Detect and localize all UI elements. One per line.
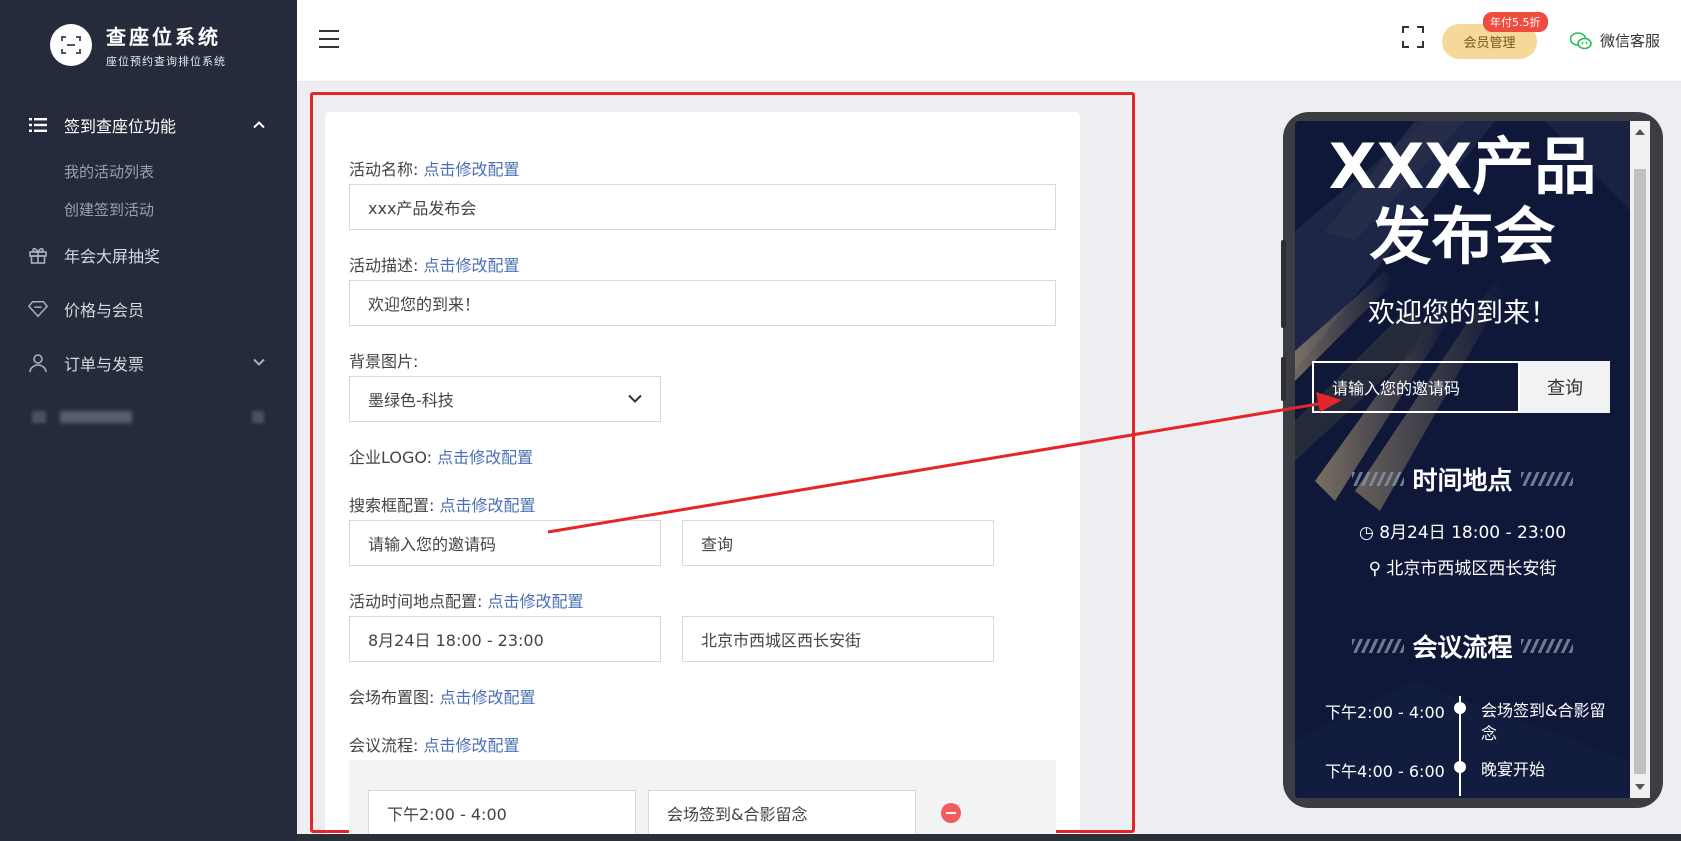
sidebar: 查座位系统 座位预约查询排位系统 签到查座位功能 我的活动列表 创建签到活动 年… <box>0 0 297 841</box>
sidebar-item-blurred[interactable] <box>0 390 297 444</box>
clock-icon: ◷ <box>1358 523 1374 543</box>
brand-title: 查座位系统 <box>106 25 221 49</box>
sidebar-subitem-create-activity[interactable]: 创建签到活动 <box>0 190 297 228</box>
sidebar-item-label: 签到查座位功能 <box>64 117 177 136</box>
phone-button <box>1281 240 1286 328</box>
user-icon <box>28 353 48 373</box>
sidebar-item-pricing[interactable]: 价格与会员 <box>0 282 297 336</box>
sidebar-item-signin[interactable]: 签到查座位功能 <box>0 98 297 152</box>
preview-description: 欢迎您的到来！ <box>1368 298 1557 329</box>
list-icon <box>28 115 48 135</box>
wechat-service-label: 微信客服 <box>1600 32 1661 50</box>
preview-title-line1: XXX产品 <box>1328 130 1597 203</box>
layout-label: 会场布置图: 点击修改配置 <box>349 684 536 708</box>
activity-name-label: 活动名称: 点击修改配置 <box>349 156 520 180</box>
wechat-service-link[interactable]: 微信客服 <box>1570 30 1660 51</box>
activity-name-input[interactable]: xxx产品发布会 <box>349 184 1056 230</box>
edit-layout-link[interactable]: 点击修改配置 <box>440 688 536 707</box>
time-place-label: 活动时间地点配置: 点击修改配置 <box>349 588 584 612</box>
sidebar-item-lottery[interactable]: 年会大屏抽奖 <box>0 228 297 282</box>
agenda-time: 下午4:00 - 6:00 <box>1325 762 1445 781</box>
scroll-up-arrow[interactable] <box>1635 129 1645 135</box>
menu-toggle-icon[interactable] <box>319 30 339 48</box>
logo-label: 企业LOGO: 点击修改配置 <box>349 444 533 468</box>
chevron-down-icon <box>628 394 642 403</box>
wechat-icon <box>1570 31 1592 49</box>
sidebar-subitem-my-activities[interactable]: 我的活动列表 <box>0 152 297 190</box>
phone-button <box>1281 357 1286 401</box>
section-title: 时间地点 <box>1412 466 1513 495</box>
preview-search-button[interactable]: 查询 <box>1520 361 1610 413</box>
scan-icon <box>50 24 92 66</box>
edit-name-link[interactable]: 点击修改配置 <box>424 160 520 179</box>
minus-icon <box>946 812 956 814</box>
scroll-thumb[interactable] <box>1634 169 1646 774</box>
search-config-label: 搜索框配置: 点击修改配置 <box>349 492 536 516</box>
label-text: 活动时间地点配置: <box>349 592 483 611</box>
preview-section-time-place: 时间地点 <box>1295 461 1630 497</box>
preview-search-bar: 请输入您的邀请码 查询 <box>1312 361 1610 413</box>
preview-place: ⚲ 北京市西城区西长安街 <box>1295 554 1630 579</box>
remove-row-button[interactable] <box>941 803 961 823</box>
taskbar-strip <box>297 834 1681 841</box>
sidebar-item-orders[interactable]: 订单与发票 <box>0 336 297 390</box>
gift-icon <box>28 245 48 265</box>
timeline-dot <box>1454 702 1466 714</box>
section-title: 会议流程 <box>1412 633 1513 662</box>
time-input[interactable]: 8月24日 18:00 - 23:00 <box>349 616 661 662</box>
brand: 查座位系统 座位预约查询排位系统 <box>0 0 297 90</box>
fullscreen-icon[interactable] <box>1402 26 1424 48</box>
search-placeholder-input[interactable]: 请输入您的邀请码 <box>349 520 661 566</box>
timeline-dot <box>1454 761 1466 773</box>
location-icon: ⚲ <box>1368 559 1382 579</box>
discount-badge: 年付5.5折 <box>1483 12 1548 32</box>
label-text: 会场布置图: <box>349 688 435 707</box>
chevron-down-icon <box>253 357 265 370</box>
background-select-value: 墨绿色-科技 <box>368 391 454 410</box>
label-text: 活动描述: <box>349 256 419 275</box>
preview-scrollbar[interactable] <box>1630 121 1650 798</box>
sidebar-item-label: 订单与发票 <box>64 355 145 374</box>
edit-desc-link[interactable]: 点击修改配置 <box>424 256 520 275</box>
edit-logo-link[interactable]: 点击修改配置 <box>437 448 533 467</box>
preview-time: ◷ 8月24日 18:00 - 23:00 <box>1295 518 1630 543</box>
sidebar-item-label: 年会大屏抽奖 <box>64 247 161 266</box>
agenda-time: 下午2:00 - 4:00 <box>1325 703 1445 722</box>
agenda-time-input[interactable]: 下午2:00 - 4:00 <box>368 790 636 836</box>
background-select[interactable]: 墨绿色-科技 <box>349 376 661 422</box>
background-label: 背景图片: <box>349 352 419 371</box>
edit-agenda-link[interactable]: 点击修改配置 <box>424 736 520 755</box>
diamond-icon <box>28 299 48 319</box>
activity-desc-input[interactable]: 欢迎您的到来！ <box>349 280 1056 326</box>
preview-title-line2: 发布会 <box>1369 200 1556 273</box>
activity-desc-label: 活动描述: 点击修改配置 <box>349 252 520 276</box>
preview-search-input[interactable]: 请输入您的邀请码 <box>1312 361 1520 413</box>
label-text: 会议流程: <box>349 736 419 755</box>
agenda-label: 会议流程: 点击修改配置 <box>349 732 520 756</box>
search-button-text-input[interactable]: 查询 <box>682 520 994 566</box>
chevron-up-icon <box>253 119 265 132</box>
place-input[interactable]: 北京市西城区西长安街 <box>682 616 994 662</box>
edit-search-link[interactable]: 点击修改配置 <box>440 496 536 515</box>
label-text: 企业LOGO: <box>349 448 433 467</box>
agenda-title: 晚宴开始 <box>1481 760 1546 779</box>
top-header: 会员管理 年付5.5折 微信客服 <box>297 0 1681 82</box>
agenda-title-input[interactable]: 会场签到&合影留念 <box>648 790 916 836</box>
brand-subtitle: 座位预约查询排位系统 <box>106 55 226 68</box>
place-text: 北京市西城区西长安街 <box>1386 559 1557 579</box>
sidebar-item-label: 价格与会员 <box>64 301 145 320</box>
preview-section-agenda: 会议流程 <box>1295 628 1630 664</box>
agenda-title: 会场签到&合影留念 <box>1481 701 1606 744</box>
phone-screen: XXX产品 发布会 欢迎您的到来！ 请输入您的邀请码 查询 时间地点 ◷ 8月2… <box>1295 121 1630 798</box>
scroll-down-arrow[interactable] <box>1635 784 1645 790</box>
edit-time-link[interactable]: 点击修改配置 <box>488 592 584 611</box>
label-text: 活动名称: <box>349 160 419 179</box>
label-text: 搜索框配置: <box>349 496 435 515</box>
time-text: 8月24日 18:00 - 23:00 <box>1379 523 1567 543</box>
